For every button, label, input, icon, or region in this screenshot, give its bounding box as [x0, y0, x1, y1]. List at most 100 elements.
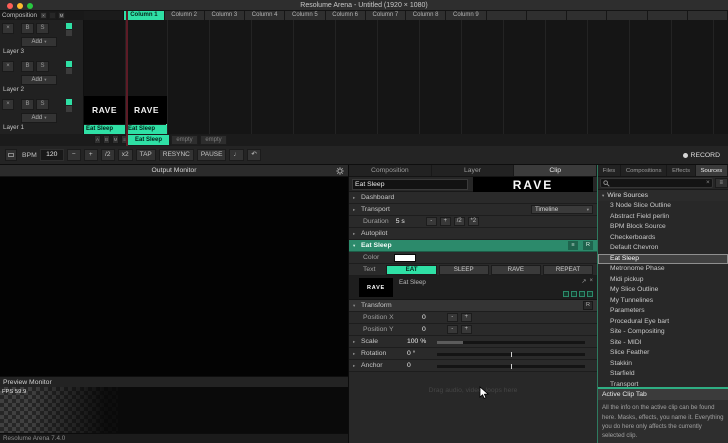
source-reset-button[interactable]: R [583, 241, 593, 250]
clip-slot[interactable] [588, 96, 630, 134]
clip-slot[interactable] [672, 20, 714, 58]
clip-slot[interactable] [630, 58, 672, 96]
clip-slot[interactable] [546, 20, 588, 58]
anchor-slider[interactable] [437, 365, 585, 368]
crossfader-button-B[interactable]: B [103, 135, 110, 144]
layer-close-button[interactable]: × [2, 61, 14, 72]
clip-trigger-empty[interactable]: empty [171, 135, 198, 145]
layer-active-led[interactable] [66, 23, 72, 29]
layer-led[interactable] [66, 106, 72, 112]
layer-bypass-button[interactable]: B [21, 61, 34, 72]
list-item[interactable]: Midi pickup [598, 275, 728, 286]
text-option-sleep[interactable]: SLEEP [439, 265, 489, 275]
browser-tab-effects[interactable]: Effects [667, 165, 696, 176]
browser-tab-files[interactable]: Files [598, 165, 621, 176]
clip-slot[interactable] [336, 20, 378, 58]
composition-master-button[interactable]: M [58, 12, 65, 19]
position-y-increase-button[interactable]: + [461, 325, 472, 334]
search-input[interactable] [612, 179, 704, 188]
column-header-4[interactable]: Column 4 [245, 11, 285, 20]
list-item[interactable]: Procedural Eye bart [598, 317, 728, 328]
search-box[interactable]: × [600, 178, 713, 188]
text-option-eat[interactable]: EAT [386, 265, 436, 275]
list-item[interactable]: Eat Sleep [598, 254, 728, 265]
source-menu-button[interactable]: ≡ [568, 241, 578, 250]
clip-slot[interactable] [420, 96, 462, 134]
layer-bypass-button[interactable]: B [21, 99, 34, 110]
dashboard-row[interactable]: ▸ Dashboard [349, 192, 597, 204]
layer-name[interactable]: Layer 3 [3, 48, 24, 55]
clip-slot[interactable] [378, 58, 420, 96]
tap-button[interactable]: TAP [136, 149, 156, 161]
clip-slot[interactable] [504, 58, 546, 96]
list-item[interactable]: Parameters [598, 306, 728, 317]
column-header-5[interactable]: Column 5 [285, 11, 325, 20]
clip-slot[interactable] [588, 58, 630, 96]
color-swatch[interactable] [394, 254, 416, 262]
position-x-decrease-button[interactable]: - [447, 313, 458, 322]
list-item[interactable]: BPM Block Source [598, 222, 728, 233]
clip-trigger-eat-sleep[interactable]: Eat Sleep [128, 135, 169, 145]
list-item[interactable]: Starfield [598, 369, 728, 380]
clip-slot[interactable] [378, 20, 420, 58]
clip-slot[interactable] [252, 96, 294, 134]
clip-slot[interactable] [252, 58, 294, 96]
close-icon[interactable]: × [589, 278, 593, 285]
source-header-row[interactable]: ▾ Eat Sleep ≡ R [349, 240, 597, 252]
clip-slot[interactable] [504, 20, 546, 58]
layer-preview-cell[interactable]: RAVEEat Sleep [84, 96, 126, 134]
clip-slot[interactable] [336, 58, 378, 96]
record-button[interactable]: RECORD [683, 152, 720, 159]
column-header-8[interactable]: Column 8 [406, 11, 446, 20]
layer-preview-cell[interactable] [84, 20, 126, 58]
transport-mode-select[interactable]: Timeline ▾ [531, 205, 593, 214]
resync-button[interactable]: RESYNC [159, 149, 194, 161]
mini-button[interactable] [587, 291, 593, 297]
composition-toggle[interactable] [49, 12, 56, 19]
bpm-increase-button[interactable]: + [84, 149, 98, 161]
clip-slot[interactable] [588, 20, 630, 58]
layer-active-led[interactable] [66, 99, 72, 105]
bpm-value[interactable]: 120 [40, 149, 64, 161]
layer-name[interactable]: Layer 2 [3, 86, 24, 93]
expand-icon[interactable]: ↗ [581, 278, 586, 285]
minimize-window-button[interactable] [17, 3, 23, 9]
list-item[interactable]: Stakkin [598, 359, 728, 370]
clip-slot[interactable] [714, 58, 728, 96]
list-item[interactable]: 3 Node Slice Outline [598, 201, 728, 212]
clip-slot[interactable] [294, 20, 336, 58]
layer-close-button[interactable]: × [2, 23, 14, 34]
duration-half-button[interactable]: /2 [454, 217, 465, 226]
clip-slot[interactable] [168, 96, 210, 134]
crossfader-button-M[interactable]: M [112, 135, 119, 144]
clip-slot[interactable] [126, 58, 168, 96]
clip-slot[interactable] [714, 20, 728, 58]
rotation-slider[interactable] [437, 353, 585, 356]
clip-slot[interactable] [210, 96, 252, 134]
layer-bypass-button[interactable]: B [21, 23, 34, 34]
bpm-decrease-button[interactable]: − [67, 149, 81, 161]
clip-slot[interactable] [462, 96, 504, 134]
clip-slot[interactable] [420, 58, 462, 96]
list-item[interactable]: Default Chevron [598, 243, 728, 254]
clip-slot[interactable] [294, 96, 336, 134]
clip-slot[interactable] [168, 20, 210, 58]
clip-slot[interactable] [252, 20, 294, 58]
column-header-1[interactable]: Column 1 [124, 11, 164, 20]
position-y-decrease-button[interactable]: - [447, 325, 458, 334]
layer-preview-cell[interactable] [84, 58, 126, 96]
layer-solo-button[interactable]: S [36, 99, 49, 110]
clip-slot[interactable] [672, 58, 714, 96]
layer-solo-button[interactable]: S [36, 61, 49, 72]
column-header-6[interactable]: Column 6 [326, 11, 366, 20]
clip-name-input[interactable] [352, 179, 468, 190]
column-header-7[interactable]: Column 7 [366, 11, 406, 20]
pause-button[interactable]: PAUSE [197, 149, 227, 161]
source-thumbnail[interactable]: RAVE [359, 278, 393, 297]
duration-value[interactable]: 5 s [396, 218, 405, 225]
scale-slider[interactable] [437, 341, 585, 344]
layer-add-button[interactable]: Add▾ [21, 113, 57, 123]
rotation-value[interactable]: 0 ° [407, 350, 415, 357]
clip-slot[interactable] [294, 58, 336, 96]
duration-double-button[interactable]: *2 [468, 217, 479, 226]
